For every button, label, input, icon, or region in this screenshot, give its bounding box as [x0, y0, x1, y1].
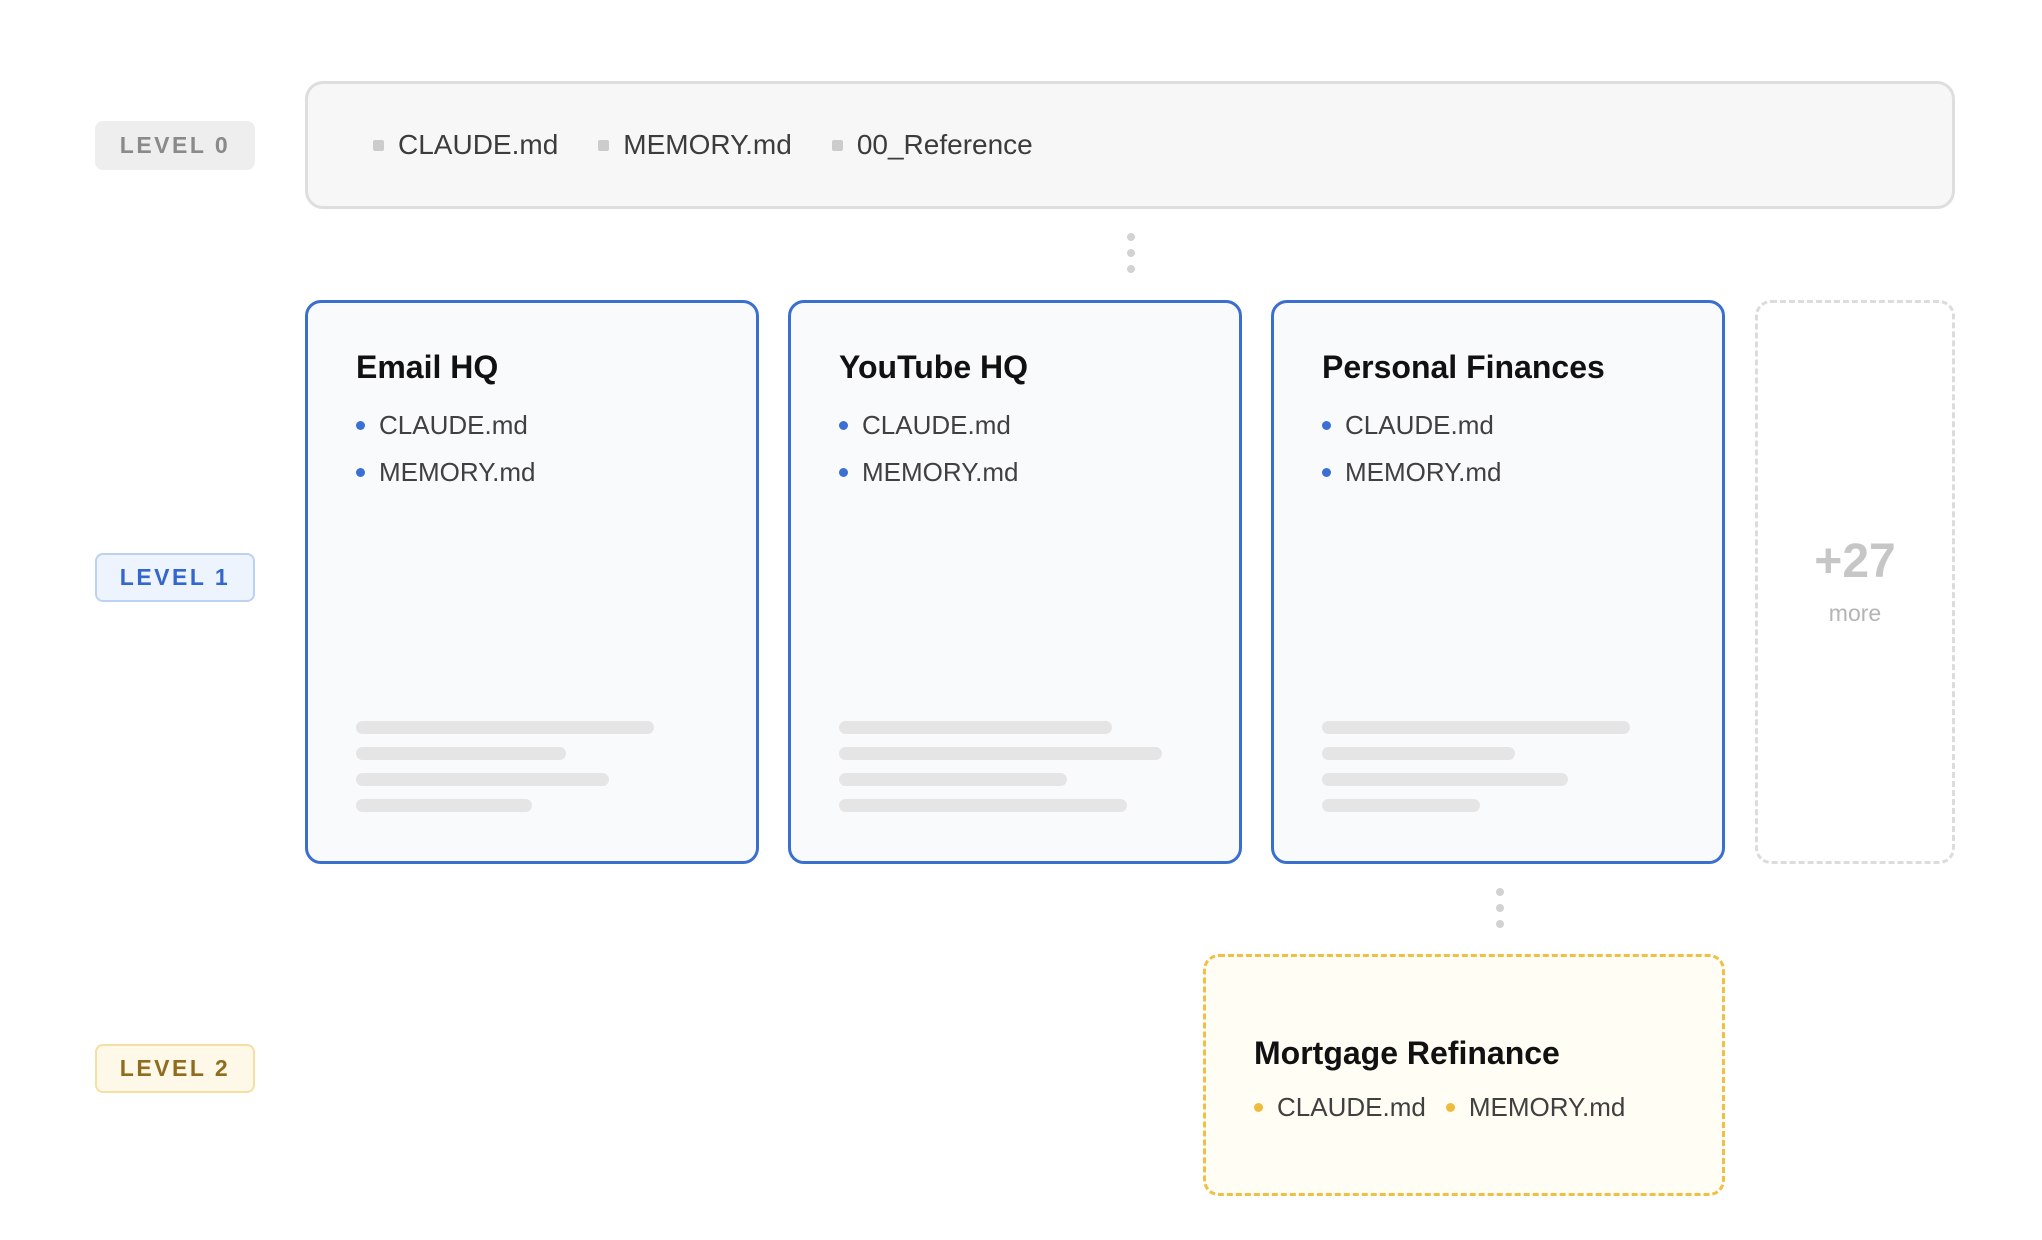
- root-file-label: MEMORY.md: [623, 129, 792, 160]
- connector-dots-level1-level2: [1496, 888, 1504, 936]
- file-label: MEMORY.md: [379, 457, 536, 487]
- file-item[interactable]: MEMORY.md: [1445, 1092, 1626, 1122]
- file-item[interactable]: MEMORY.md: [356, 458, 756, 486]
- bullet-dot-icon: [839, 420, 848, 430]
- level-0-root-bar: CLAUDE.md MEMORY.md 00_Reference: [305, 81, 1955, 209]
- card-title: YouTube HQ: [839, 349, 1029, 385]
- file-item[interactable]: MEMORY.md: [1322, 458, 1722, 486]
- file-item[interactable]: CLAUDE.md: [1322, 411, 1722, 439]
- file-label: MEMORY.md: [1468, 1092, 1626, 1122]
- more-count: +27: [1814, 534, 1896, 588]
- bullet-dot-icon: [356, 420, 365, 430]
- level-1-badge: LEVEL 1: [95, 553, 255, 602]
- file-item[interactable]: CLAUDE.md: [1254, 1093, 1426, 1121]
- level-2-badge: LEVEL 2: [95, 1044, 255, 1093]
- project-card-email-hq[interactable]: Email HQ CLAUDE.md MEMORY.md: [305, 300, 759, 864]
- card-title: Mortgage Refinance: [1254, 1035, 1560, 1071]
- bullet-dot-icon: [1445, 1102, 1455, 1112]
- placeholder-lines: [356, 721, 654, 825]
- root-folder-label: 00_Reference: [856, 129, 1033, 160]
- more-label: more: [1828, 599, 1882, 626]
- root-file-item[interactable]: CLAUDE.md: [373, 129, 558, 161]
- more-projects-card[interactable]: +27 more: [1755, 300, 1955, 864]
- file-label: MEMORY.md: [862, 457, 1019, 487]
- subproject-card-mortgage-refinance[interactable]: Mortgage Refinance CLAUDE.md MEMORY.md: [1203, 954, 1725, 1196]
- project-card-personal-finances[interactable]: Personal Finances CLAUDE.md MEMORY.md: [1271, 300, 1725, 864]
- file-item[interactable]: MEMORY.md: [839, 458, 1239, 486]
- bullet-dot-icon: [1254, 1102, 1263, 1112]
- file-item[interactable]: CLAUDE.md: [356, 411, 756, 439]
- file-label: CLAUDE.md: [862, 410, 1011, 440]
- project-card-youtube-hq[interactable]: YouTube HQ CLAUDE.md MEMORY.md: [788, 300, 1242, 864]
- placeholder-lines: [1322, 721, 1630, 825]
- root-folder-item[interactable]: 00_Reference: [831, 129, 1033, 161]
- file-label: CLAUDE.md: [1345, 410, 1494, 440]
- bullet-dot-icon: [1322, 420, 1331, 430]
- card-title: Personal Finances: [1322, 349, 1605, 385]
- file-label: CLAUDE.md: [1277, 1092, 1426, 1122]
- connector-dots-level0-level1: [1127, 233, 1135, 281]
- folder-square-icon: [831, 139, 843, 151]
- level-0-badge: LEVEL 0: [95, 121, 255, 170]
- root-file-label: CLAUDE.md: [398, 129, 559, 160]
- root-file-item[interactable]: MEMORY.md: [598, 129, 792, 161]
- bullet-dot-icon: [356, 467, 365, 477]
- file-square-icon: [373, 139, 384, 151]
- file-label: CLAUDE.md: [379, 410, 528, 440]
- bullet-dot-icon: [1322, 467, 1331, 477]
- file-item[interactable]: CLAUDE.md: [839, 411, 1239, 439]
- file-square-icon: [598, 139, 610, 151]
- file-label: MEMORY.md: [1345, 457, 1502, 487]
- bullet-dot-icon: [839, 467, 848, 477]
- placeholder-lines: [839, 721, 1162, 825]
- card-title: Email HQ: [356, 349, 499, 385]
